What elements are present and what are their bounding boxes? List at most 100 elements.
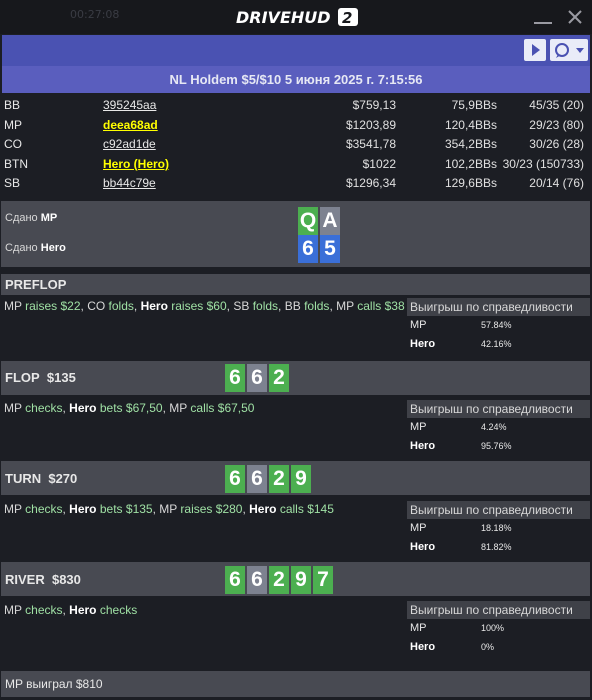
action-player: Hero: [69, 603, 97, 617]
action-verb: folds: [304, 299, 330, 313]
action-verb: calls: [357, 299, 382, 313]
action-verb: folds: [252, 299, 279, 313]
equity-value: 57.84%: [481, 320, 512, 330]
equity-header: Выигрыш по справедливости: [407, 501, 590, 519]
preflop-equity: Выигрыш по справедливости MP 57.84% Hero 4…: [407, 298, 590, 354]
equity-value: 0%: [481, 642, 495, 652]
equity-player: Hero: [410, 440, 436, 452]
equity-row: MP 18.18%: [407, 519, 590, 538]
action-amount: $280: [215, 502, 243, 516]
equity-player: Hero: [410, 641, 436, 653]
equity-player: Hero: [410, 541, 436, 553]
player-stack-bbs: 354,2BBs: [444, 137, 497, 152]
action-player: MP: [4, 401, 22, 415]
action-player: MP: [4, 502, 22, 516]
minimize-button[interactable]: [534, 12, 552, 24]
action-amount: $67,50: [217, 401, 255, 415]
player-stack-bbs: 102,2BBs: [444, 156, 497, 171]
window-titlebar[interactable]: 00:27:08 DRIVEHUD 2: [0, 0, 592, 34]
equity-player: MP: [410, 319, 427, 331]
hand-result: MP выиграл $810: [1, 671, 590, 697]
playing-card: 5: [320, 235, 340, 263]
playing-card: 9: [291, 465, 311, 493]
player-name-link[interactable]: deea68ad: [103, 116, 158, 136]
player-name-link[interactable]: 395245aa: [103, 96, 156, 116]
preflop-header: PREFLOP: [1, 274, 590, 295]
street-title: RIVER $830: [5, 572, 81, 587]
equity-value: 18.18%: [481, 523, 512, 533]
equity-header: Выигрыш по справедливости: [407, 298, 590, 316]
player-position: BTN: [4, 156, 28, 171]
action-verb: checks: [25, 603, 63, 617]
player-name-link[interactable]: c92ad1de: [103, 135, 156, 155]
dealt-cards-section: Сдано MP QA Сдано Hero 65: [1, 201, 590, 267]
equity-row: MP 100%: [407, 619, 590, 638]
action-verb: checks: [25, 502, 63, 516]
street-title: FLOP $135: [5, 370, 76, 385]
flop-actions: MP checks, Hero bets $67,50, MP calls $6…: [4, 401, 255, 415]
equity-value: 4.24%: [481, 422, 507, 432]
turn-actions: MP checks, Hero bets $135, MP raises $28…: [4, 502, 334, 516]
playing-card: 9: [291, 566, 311, 594]
equity-row: MP 4.24%: [407, 418, 590, 437]
equity-row: Hero 81.82%: [407, 538, 590, 557]
player-name-link[interactable]: bb44c79e: [103, 174, 156, 194]
playing-card: Q: [298, 207, 318, 235]
equity-player: MP: [410, 421, 427, 433]
playing-card: 6: [225, 364, 245, 392]
action-verb: raises: [25, 299, 58, 313]
equity-value: 81.82%: [481, 542, 512, 552]
action-verb: bets: [99, 401, 123, 415]
action-player: MP: [159, 502, 178, 516]
equity-value: 42.16%: [481, 339, 512, 349]
background-text: 00:27:08: [70, 8, 120, 21]
action-verb: calls: [190, 401, 215, 415]
caret-down-icon: [576, 48, 584, 53]
turn-header: TURN $270 6629: [1, 461, 590, 495]
river-board-cards: 66297: [225, 566, 333, 594]
player-row: SB bb44c79e $1296,34 129,6BBs 20/14 (76): [0, 174, 592, 194]
player-stats: 30/26 (28): [529, 137, 584, 152]
flop-equity: Выигрыш по справедливости MP 4.24% Hero 95…: [407, 400, 590, 456]
action-player: MP: [336, 299, 354, 313]
action-player: Hero: [249, 502, 277, 516]
player-row: CO c92ad1de $3541,78 354,2BBs 30/26 (28): [0, 135, 592, 155]
action-amount: $38: [384, 299, 405, 313]
logo-version: 2: [342, 9, 352, 27]
action-verb: bets: [99, 502, 123, 516]
player-row: BTN Hero (Hero) $1022 102,2BBs 30/23 (150733…: [0, 155, 592, 175]
action-amount: $67,50: [125, 401, 163, 415]
playing-card: 6: [225, 465, 245, 493]
player-name-link[interactable]: Hero (Hero): [103, 155, 169, 175]
preflop-actions: MP raises $22, CO folds, Hero raises $60…: [4, 299, 405, 313]
player-stack: $1296,34: [345, 176, 396, 191]
flop-header: FLOP $135 662: [1, 361, 590, 395]
turn-equity: Выигрыш по справедливости MP 18.18% Hero 8…: [407, 501, 590, 557]
drivehud-logo: DRIVEHUD 2: [236, 8, 358, 27]
player-stats: 45/35 (20): [529, 98, 584, 112]
hand-title: NL Holdem $5/$10 5 июня 2025 г. 7:15:56: [2, 66, 590, 93]
action-player: Hero: [140, 299, 168, 313]
equity-value: 95.76%: [481, 441, 512, 451]
equity-header: Выигрыш по справедливости: [407, 601, 590, 619]
hole-cards-mp: QA: [298, 207, 340, 235]
action-player: MP: [169, 401, 188, 415]
player-position: BB: [4, 98, 21, 112]
toolbar: [2, 35, 590, 66]
playing-card: 6: [247, 364, 267, 392]
player-stats: 20/14 (76): [529, 176, 584, 191]
action-verb: calls: [279, 502, 304, 516]
player-stack: $3541,78: [345, 137, 396, 152]
chat-menu-button[interactable]: [550, 39, 588, 61]
dealt-row-mp: Сдано MP QA: [1, 204, 590, 235]
dealt-label: Сдано MP: [5, 212, 58, 224]
action-verb: raises: [171, 299, 204, 313]
equity-row: MP 57.84%: [407, 316, 590, 335]
player-position: SB: [4, 176, 21, 191]
play-button[interactable]: [524, 39, 546, 61]
player-position: MP: [4, 117, 22, 132]
close-icon[interactable]: [566, 8, 584, 26]
equity-player: MP: [410, 522, 427, 534]
equity-player: MP: [410, 622, 427, 634]
action-player: CO: [87, 299, 106, 313]
